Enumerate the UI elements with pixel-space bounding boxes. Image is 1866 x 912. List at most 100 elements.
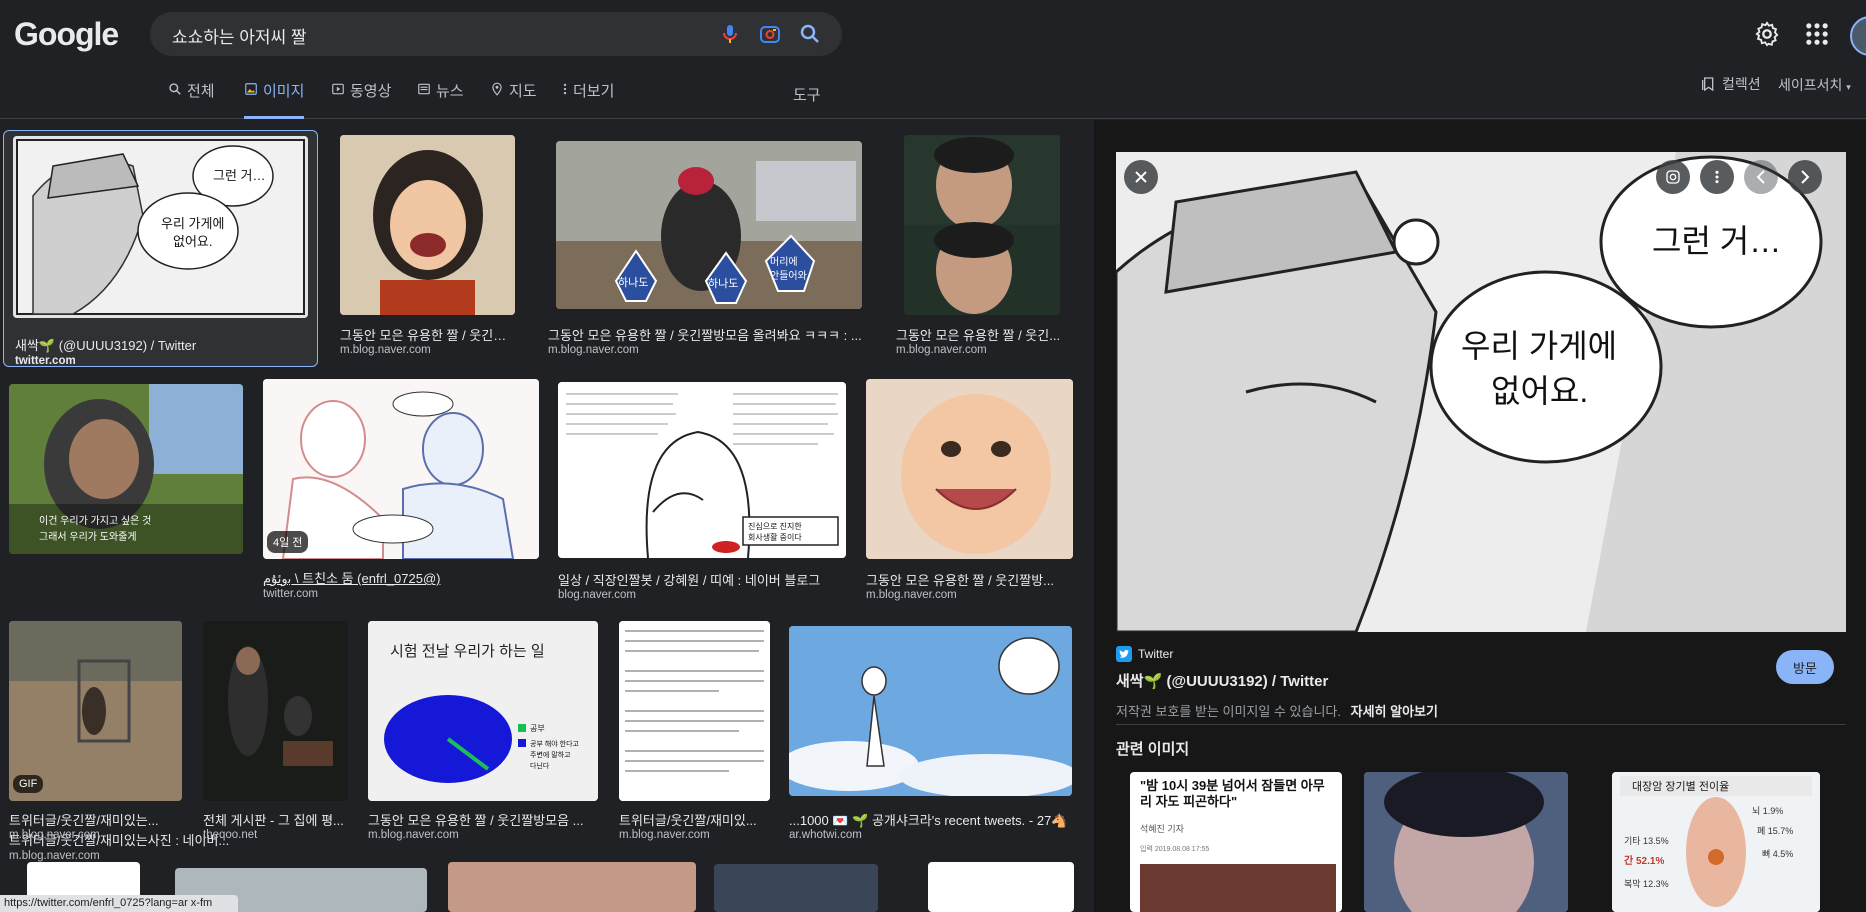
close-button[interactable] bbox=[1124, 160, 1158, 194]
result-thumbnail[interactable] bbox=[619, 621, 770, 801]
result-title[interactable]: 일상 / 직장인짤봇 / 강혜원 / 띠예 : 네이버 블로그 bbox=[558, 570, 846, 589]
result-title[interactable]: 전체 게시판 - 그 집에 평... bbox=[203, 810, 351, 829]
result-thumbnail[interactable] bbox=[904, 135, 1060, 315]
result-title[interactable]: 그동안 모은 유용한 짤 / 웃긴... bbox=[896, 325, 1061, 344]
tab-label: 전체 bbox=[187, 83, 215, 100]
related-image[interactable]: "밤 10시 39분 넘어서 잠들면 아무리 자도 피곤하다" 석혜진 기자 입… bbox=[1130, 772, 1342, 912]
lens-search-button[interactable] bbox=[1656, 160, 1690, 194]
tab-label: 더보기 bbox=[573, 83, 615, 100]
result-card[interactable]: 전체 게시판 - 그 집에 평... theqoo.net bbox=[203, 621, 351, 846]
safesearch-dropdown[interactable]: 세이프서치 ▾ bbox=[1778, 75, 1851, 95]
tab-videos[interactable]: 동영상 bbox=[331, 80, 391, 116]
microphone-icon[interactable] bbox=[718, 22, 742, 46]
apps-grid-icon[interactable] bbox=[1803, 20, 1831, 48]
result-source: m.blog.naver.com bbox=[548, 344, 639, 356]
caption-text: 그래서 우리가 도와줄게 bbox=[39, 531, 137, 543]
chevron-right-icon bbox=[1801, 170, 1810, 184]
result-thumbnail[interactable] bbox=[866, 379, 1073, 559]
result-thumbnail[interactable] bbox=[714, 864, 878, 912]
next-button[interactable] bbox=[1788, 160, 1822, 194]
result-source: theqoo.net bbox=[203, 829, 258, 841]
result-title[interactable]: 트위터글/웃긴짤/재미있... bbox=[619, 810, 769, 829]
article-text-image bbox=[619, 621, 770, 801]
lens-camera-icon[interactable] bbox=[758, 22, 782, 46]
laughing-child-image bbox=[340, 135, 515, 315]
chevron-down-icon: ▾ bbox=[1846, 82, 1851, 92]
tab-maps[interactable]: 지도 bbox=[490, 80, 537, 116]
result-source: m.blog.naver.com bbox=[866, 589, 957, 601]
tab-news[interactable]: 뉴스 bbox=[417, 80, 464, 116]
result-title[interactable]: 그동안 모은 유용한 짤 / 웃긴짤방... bbox=[866, 570, 1073, 589]
result-card[interactable] bbox=[714, 864, 878, 912]
result-title[interactable]: 그동안 모은 유용한 짤 / 웃긴짤방모음 ... bbox=[368, 810, 598, 829]
result-thumbnail[interactable]: 시험 전날 우리가 하는 일 공부 공부 해야 한다고 주변에 말하고 다닌다 bbox=[368, 621, 598, 801]
legend-text: 공부 해야 한다고 bbox=[530, 739, 580, 748]
result-card[interactable]: ...1000 💌 🌱 공개샤크라's recent tweets. - 27🐴… bbox=[789, 626, 1073, 846]
crying-face-image bbox=[1364, 772, 1568, 912]
settings-gear-icon[interactable] bbox=[1753, 20, 1781, 48]
chevron-left-icon bbox=[1756, 170, 1765, 184]
result-card[interactable]: 그런 거… 우리 가게에 없어요. 새싹🌱 (@UUUU3192) / Twit… bbox=[3, 130, 318, 367]
manga-panel-image: 그런 거… 우리 가게에 없어요. bbox=[13, 136, 308, 318]
result-card[interactable] bbox=[448, 862, 696, 912]
result-card[interactable]: 트위터글/웃긴짤/재미있... m.blog.naver.com bbox=[619, 621, 771, 846]
result-thumbnail[interactable]: 이건 우리가 가지고 싶은 것 그래서 우리가 도와줄게 bbox=[9, 384, 243, 554]
related-photo bbox=[1140, 864, 1336, 912]
result-card[interactable]: 그동안 모은 유용한 짤 / 웃긴짤방... m.blog.naver.com bbox=[340, 135, 518, 360]
more-options-button[interactable] bbox=[1700, 160, 1734, 194]
result-thumbnail[interactable] bbox=[928, 862, 1074, 912]
caption-text: 시험 전날 우리가 하는 일 bbox=[390, 643, 545, 660]
result-thumbnail[interactable] bbox=[789, 626, 1072, 796]
speech-text: 그런 거… bbox=[213, 168, 266, 183]
tab-images[interactable]: 이미지 bbox=[244, 80, 305, 119]
result-card[interactable]: 이건 우리가 가지고 싶은 것 그래서 우리가 도와줄게 트위터글/웃긴짤/재미… bbox=[9, 384, 249, 862]
result-thumbnail[interactable]: 하나도 하나도 머리에 안들어와 bbox=[556, 141, 862, 309]
learn-more-link[interactable]: 자세히 알아보기 bbox=[1351, 704, 1438, 719]
result-card[interactable]: 그동안 모은 유용한 짤 / 웃긴짤방... m.blog.naver.com bbox=[866, 379, 1076, 606]
result-thumbnail[interactable]: 그런 거… 우리 가게에 없어요. bbox=[13, 136, 308, 318]
result-thumbnail[interactable]: 진심으로 진지한 회사생활 중이다 bbox=[558, 382, 846, 558]
related-image[interactable] bbox=[1364, 772, 1568, 912]
divider bbox=[1116, 724, 1846, 725]
result-card[interactable]: 시험 전날 우리가 하는 일 공부 공부 해야 한다고 주변에 말하고 다닌다 … bbox=[368, 621, 600, 846]
result-thumbnail[interactable] bbox=[9, 621, 182, 801]
result-thumbnail[interactable] bbox=[340, 135, 515, 315]
result-thumbnail[interactable] bbox=[448, 862, 696, 912]
search-box[interactable] bbox=[150, 12, 842, 58]
result-card[interactable]: 그동안 모은 유용한 짤 / 웃긴... m.blog.naver.com bbox=[896, 135, 1061, 360]
diagram-label: 뼈 4.5% bbox=[1762, 848, 1793, 859]
result-title[interactable]: ﺑﻭﺋﯘﻡ \ 트친소 둠 (enfrl_0725@) bbox=[263, 568, 539, 587]
result-card[interactable]: 4일 전 ﺑﻭﺋﯘﻡ \ 트친소 둠 (enfrl_0725@) twitter… bbox=[263, 379, 543, 606]
tab-all[interactable]: 전체 bbox=[168, 80, 215, 116]
account-avatar[interactable] bbox=[1850, 16, 1866, 56]
tools-button[interactable]: 도구 bbox=[793, 84, 821, 105]
legend-text: 주변에 말하고 bbox=[530, 750, 571, 759]
result-source: ar.whotwi.com bbox=[789, 829, 862, 841]
result-thumbnail[interactable] bbox=[203, 621, 348, 801]
result-title[interactable]: 새싹🌱 (@UUUU3192) / Twitter bbox=[15, 335, 305, 354]
related-image[interactable]: 대장암 장기별 전이율 뇌 1.9% 기타 13.5% 폐 15.7% 간 52… bbox=[1612, 772, 1820, 912]
result-title[interactable]: 트위터글/웃긴짤/재미있는... bbox=[9, 810, 184, 829]
result-title[interactable]: 그동안 모은 유용한 짤 / 웃긴짤방... bbox=[340, 325, 518, 344]
play-icon bbox=[332, 83, 344, 95]
speech-text: 우리 가게에 bbox=[1461, 328, 1617, 364]
result-card[interactable] bbox=[928, 862, 1074, 912]
visit-button[interactable]: 방문 bbox=[1776, 650, 1834, 684]
preview-title[interactable]: 새싹🌱 (@UUUU3192) / Twitter bbox=[1116, 670, 1328, 691]
preview-source[interactable]: Twitter bbox=[1116, 646, 1173, 662]
previous-button[interactable] bbox=[1744, 160, 1778, 194]
more-vertical-icon bbox=[563, 83, 567, 95]
result-card[interactable]: 하나도 하나도 머리에 안들어와 그동안 모은 유용한 짤 / 웃긴짤방모음 올… bbox=[548, 135, 868, 360]
result-title[interactable]: ...1000 💌 🌱 공개샤크라's recent tweets. - 27🐴 bbox=[789, 810, 1072, 829]
result-card[interactable]: 진심으로 진지한 회사생활 중이다 일상 / 직장인짤봇 / 강혜원 / 띠예 … bbox=[558, 382, 848, 606]
google-logo[interactable]: Google bbox=[14, 16, 119, 53]
preview-image[interactable]: 그런 거… 우리 가게에 없어요. bbox=[1116, 152, 1846, 632]
collections-button[interactable]: 컬렉션 bbox=[1700, 74, 1761, 94]
search-icon[interactable] bbox=[798, 22, 822, 46]
tab-more[interactable]: 더보기 bbox=[562, 80, 614, 116]
search-input[interactable] bbox=[170, 12, 694, 58]
result-title[interactable]: 그동안 모은 유용한 짤 / 웃긴짤방모음 올려봐요 ㅋㅋㅋ : ... bbox=[548, 325, 866, 344]
tab-label: 뉴스 bbox=[436, 83, 464, 100]
speech-text: 없어요. bbox=[1491, 373, 1588, 409]
result-card[interactable]: GIF 트위터글/웃긴짤/재미있는... m.blog.naver.com bbox=[9, 621, 185, 846]
